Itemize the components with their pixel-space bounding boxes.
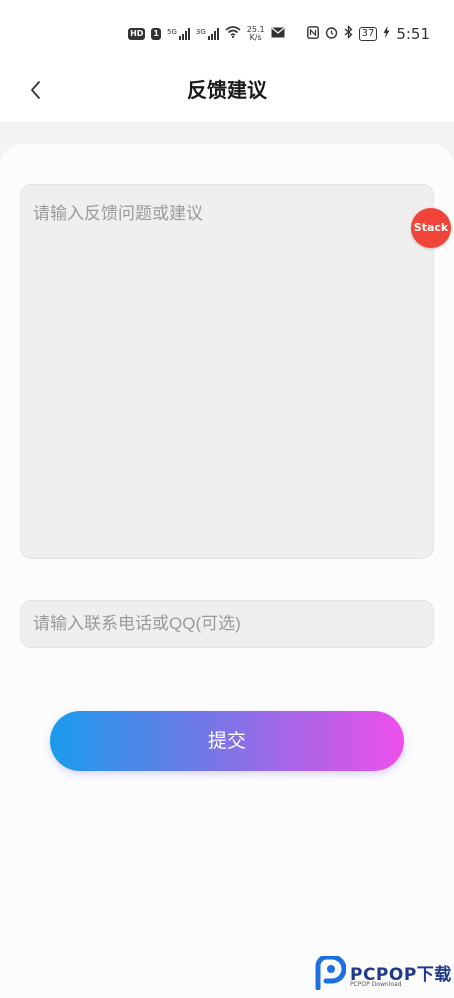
alarm-icon	[325, 26, 338, 43]
submit-button[interactable]: 提交	[50, 711, 404, 771]
charging-icon	[383, 26, 390, 42]
signal-5g-label: 5G	[166, 28, 177, 36]
battery-icon: 37	[358, 27, 378, 41]
status-icons: HD 1 5G 3G 25.1 K/s 37 5:51	[128, 24, 430, 44]
watermark-sub: PCPOP Download	[350, 981, 402, 988]
page-title: 反馈建议	[187, 78, 267, 102]
contact-input[interactable]: 请输入联系电话或QQ(可选)	[20, 600, 434, 648]
stack-floating-button[interactable]: Stack	[411, 208, 451, 248]
status-bar: HD 1 5G 3G 25.1 K/s 37 5:51	[0, 0, 454, 64]
hd-badge: HD	[128, 28, 146, 40]
signal-3g-label: 3G	[195, 28, 206, 36]
net-speed: 25.1 K/s	[247, 26, 265, 42]
app-header: 反馈建议	[0, 64, 454, 122]
mail-icon	[271, 27, 285, 42]
watermark: PCPOP下载 PCPOP Download	[314, 954, 454, 994]
net-speed-unit: K/s	[249, 33, 262, 42]
sim-badge: 1	[151, 28, 161, 40]
nfc-icon	[306, 25, 319, 43]
pcpop-logo-icon	[315, 956, 346, 990]
signal-3g-icon: 3G	[196, 28, 219, 40]
feedback-textarea[interactable]: 请输入反馈问题或建议	[20, 184, 434, 559]
bluetooth-icon	[344, 24, 353, 43]
wifi-icon	[225, 26, 241, 42]
clock: 5:51	[396, 25, 430, 43]
signal-5g-icon: 5G	[167, 28, 190, 40]
